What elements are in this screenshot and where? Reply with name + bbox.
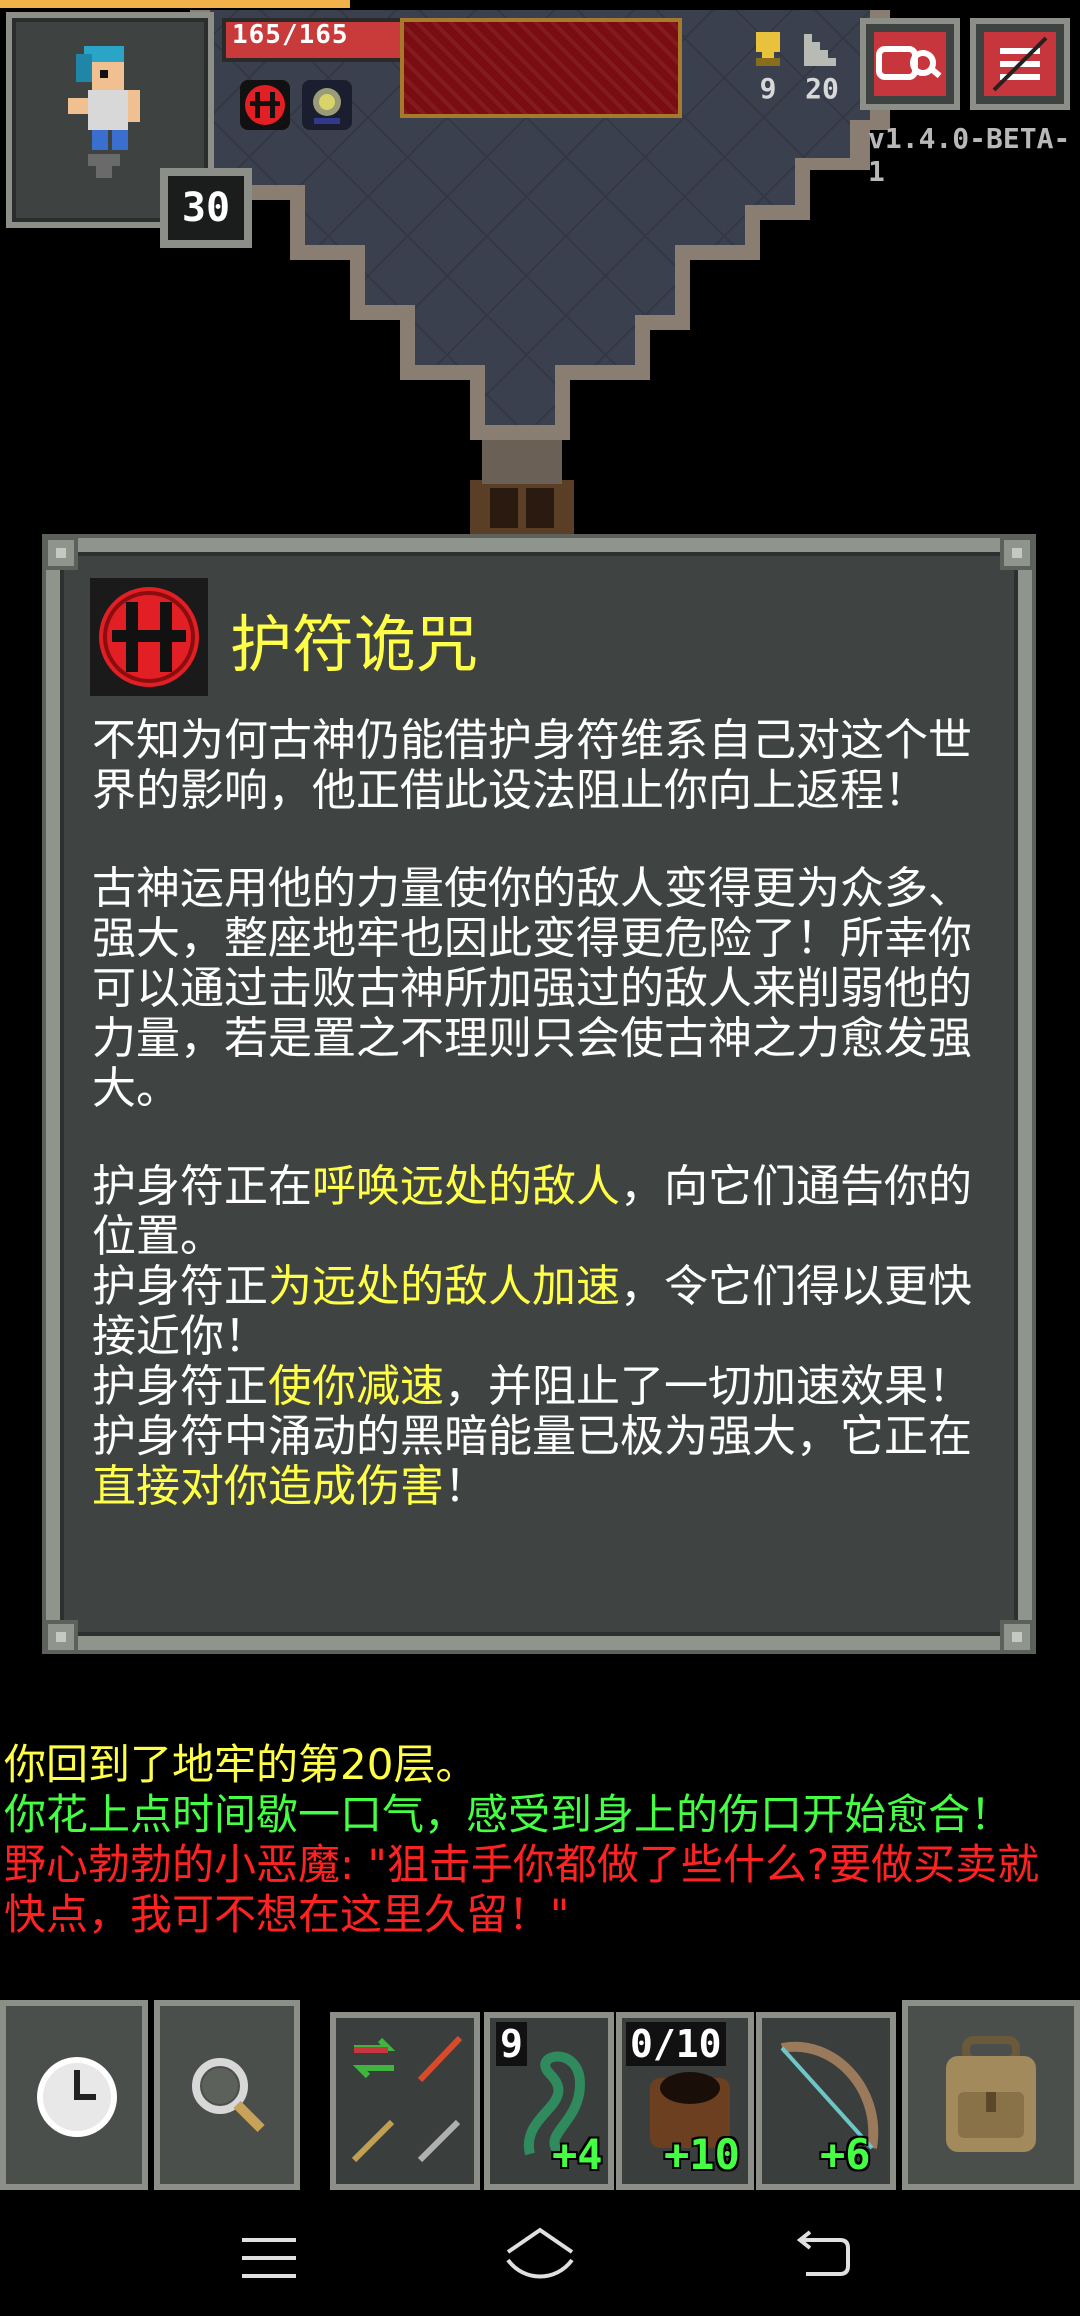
quickslot-swap-panel[interactable]: [330, 2012, 480, 2190]
hero-avatar: [68, 46, 140, 178]
quickslot-bonus: +6: [820, 2130, 871, 2179]
log-line: 你回到了地牢的第20层。: [4, 1740, 478, 1789]
home-icon[interactable]: [504, 2226, 576, 2282]
system-nav-bar: [0, 2190, 1080, 2316]
dialog-paragraph: 护身符正使你减速，并阻止了一切加速效果！: [92, 1361, 972, 1412]
recent-apps-icon[interactable]: [242, 2238, 296, 2278]
dialog-paragraph: 护身符中涌动的黑暗能量已极为强大，它正在直接对你造成伤害！: [92, 1411, 972, 1512]
red-carpet: [400, 18, 682, 118]
version-label: v1.4.0-BETA-1: [868, 122, 1071, 188]
quickslot-1[interactable]: 9 +4: [484, 2012, 614, 2190]
swap-icon[interactable]: [344, 2028, 404, 2088]
wand-icon[interactable]: [410, 2110, 470, 2170]
journal-button[interactable]: [860, 18, 960, 110]
dialog-paragraph: 护身符正为远处的敌人加速，令它们得以更快接近你！: [92, 1261, 972, 1362]
highlight-text: 直接对你造成伤害: [92, 1461, 444, 1512]
magnifier-icon: [192, 2058, 265, 2133]
quickslot-bonus: +10: [664, 2130, 740, 2179]
backpack-icon: [946, 2036, 1036, 2152]
dialog-paragraph: 不知为何古神仍能借护身符维系自己对这个世界的影响，他正借此设法阻止你向上返程！: [92, 715, 972, 816]
highlight-text: 呼唤远处的敌人: [312, 1161, 620, 1212]
highlight-text: 为远处的敌人加速: [268, 1261, 620, 1312]
keys-count: 9: [759, 72, 777, 105]
depth-count: 20: [805, 72, 839, 105]
amulet-curse-icon: [90, 578, 208, 696]
journal-icon: [874, 32, 946, 96]
highlight-text: 使你减速: [268, 1361, 444, 1412]
log-line: 野心勃勃的小恶魔: "狙击手你都做了些什么?要做买卖就快点，我可不想在这里久留！…: [4, 1840, 1040, 1939]
dialog-title: 护符诡咒: [230, 608, 479, 681]
quickslot-bonus: +4: [552, 2130, 603, 2179]
log-line: 你花上点时间歇一口气，感受到身上的伤口开始愈合！: [4, 1790, 1013, 1839]
quickslot-2[interactable]: 0/10 +10: [616, 2012, 754, 2190]
quickslot-3[interactable]: +6: [756, 2012, 896, 2190]
keys-icon: [756, 32, 780, 66]
depth-stairs-icon: [804, 34, 836, 66]
clock-icon: [37, 2057, 117, 2137]
dialog-paragraph: 古神运用他的力量使你的敌人变得更为众多、强大，整座地牢也因此变得更危险了！所幸你…: [92, 863, 972, 1114]
hero-level: 30: [160, 168, 252, 248]
dialog-corner: [1000, 1620, 1034, 1654]
game-log: 你回到了地牢的第20层。 你花上点时间歇一口气，感受到身上的伤口开始愈合！ 野心…: [4, 1740, 1074, 1940]
search-button[interactable]: [154, 2000, 300, 2190]
wait-button[interactable]: [0, 2000, 148, 2190]
dialog-corner: [44, 536, 78, 570]
wand-icon[interactable]: [344, 2110, 404, 2170]
dialog-paragraph: 护身符正在呼唤远处的敌人，向它们通告你的位置。: [92, 1161, 972, 1262]
wand-icon[interactable]: [410, 2028, 470, 2088]
amulet-curse-buff-icon[interactable]: [240, 80, 290, 130]
dialog-corner: [44, 1620, 78, 1654]
hp-text: 165/165: [232, 20, 349, 50]
light-buff-icon[interactable]: [302, 80, 352, 130]
menu-icon: [984, 32, 1056, 96]
dialog-corner: [1000, 536, 1034, 570]
back-icon[interactable]: [796, 2230, 852, 2276]
dialog-body: 不知为何古神仍能借护身符维系自己对这个世界的影响，他正借此设法阻止你向上返程！ …: [92, 716, 992, 1512]
backpack-button[interactable]: [902, 2000, 1080, 2190]
menu-button[interactable]: [970, 18, 1070, 110]
